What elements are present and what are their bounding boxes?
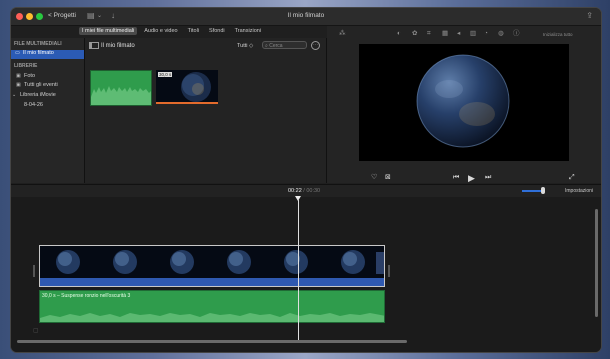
media-section-header: FILE MULTIMEDIALI [14, 41, 62, 47]
events-icon: ▣ [16, 82, 21, 88]
speed-icon[interactable]: ◔ [484, 30, 488, 38]
heart-icon[interactable]: ♡ [371, 174, 377, 182]
timeline-header: 00:22 / 00:30 Impostazioni [11, 184, 601, 198]
viewer-panel: ⁂ ◐ ✿ ⌗ ▦ ◂ ▥ ◔ ◍ ⓘ Inizializza tutto ♡ … [327, 26, 601, 183]
magic-wand-icon[interactable]: ⁂ [339, 30, 346, 38]
skip-forward-icon[interactable]: ⏭ [485, 174, 491, 182]
libraries-section-header: LIBRERIE [14, 63, 38, 69]
crop-icon[interactable]: ⌗ [427, 30, 431, 38]
projects-back-button[interactable]: < Progetti [48, 12, 76, 19]
media-browser-toggle-icon[interactable]: ▤ [87, 11, 95, 21]
vertical-scrollbar[interactable] [595, 209, 598, 317]
sidebar-item-label: Tutti gli eventi [24, 82, 58, 88]
play-icon[interactable]: ▶ [468, 174, 475, 183]
window-title: Il mio filmato [287, 12, 325, 19]
search-placeholder: Cerca [269, 43, 283, 49]
tab-my-media[interactable]: I miei file multimediali [79, 27, 138, 35]
photos-icon: ▣ [16, 73, 21, 79]
sidebar-item-label: 8-04-26 [24, 102, 43, 108]
video-filmstrip [56, 250, 384, 274]
sidebar-item-event[interactable]: 8-04-26 [11, 102, 84, 111]
adjustment-toolbar: ⁂ ◐ ✿ ⌗ ▦ ◂ ▥ ◔ ◍ ⓘ Inizializza tutto [327, 29, 601, 41]
sidebar-item-label: Il mio filmato [23, 50, 54, 56]
import-arrow-icon[interactable]: ↓ [111, 11, 115, 21]
preview-screen [359, 44, 569, 161]
timeline-handle-right[interactable] [388, 265, 390, 277]
sidebar-item-project[interactable]: ▭ Il mio filmato [11, 50, 84, 59]
sidebar-item-photos[interactable]: ▣ Foto [11, 73, 84, 82]
waveform-icon [40, 313, 384, 322]
sidebar-item-library[interactable]: ⌄ Libreria iMovie [11, 92, 84, 101]
film-icon: ▭ [15, 50, 20, 56]
options-icon[interactable]: ··· [311, 41, 320, 50]
library-sidebar: FILE MULTIMEDIALI ▭ Il mio filmato LIBRER… [11, 38, 85, 183]
timeline-handle-left[interactable] [33, 265, 35, 277]
media-browser: Il mio filmato Tutti ◇ ⌕ Cerca ··· 30,0 … [85, 38, 327, 183]
sidebar-toggle-icon[interactable] [89, 42, 99, 49]
browser-title: Il mio filmato [101, 43, 135, 49]
reject-icon[interactable]: ⊠ [385, 174, 391, 182]
expand-arrows-icon[interactable]: ⤢ [569, 174, 575, 182]
imovie-window: < Progetti ▤ ⌄ ↓ Il mio filmato ⇪ I miei… [11, 8, 601, 352]
close-window-button[interactable] [16, 13, 23, 20]
color-correction-icon[interactable]: ✿ [412, 30, 417, 38]
total-time: / 00:30 [303, 188, 321, 194]
tab-backgrounds[interactable]: Sfondi [206, 27, 228, 35]
info-icon[interactable]: ⓘ [513, 30, 520, 38]
timecode: 00:22 / 00:30 [288, 188, 320, 194]
volume-icon[interactable]: ◂ [457, 30, 460, 38]
color-balance-icon[interactable]: ◐ [397, 30, 401, 38]
audio-clip-thumbnail[interactable] [90, 70, 152, 106]
zoom-window-button[interactable] [36, 13, 43, 20]
minimize-window-button[interactable] [26, 13, 33, 20]
noise-reduction-icon[interactable]: ▥ [470, 30, 476, 38]
video-clip-thumbnail[interactable]: 30,0 s [156, 70, 218, 104]
sidebar-item-all-events[interactable]: ▣ Tutti gli eventi [11, 82, 84, 91]
track-options-icon[interactable]: ▢ [33, 327, 39, 334]
video-audio-strip [40, 278, 384, 286]
skip-back-icon[interactable]: ⏮ [453, 174, 459, 182]
reset-all-button[interactable]: Inizializza tutto [543, 32, 573, 37]
audio-clip[interactable]: 30,0 s – Suspense ronzio nell'oscurità 3 [39, 290, 385, 323]
share-icon[interactable]: ⇪ [586, 11, 593, 20]
search-input[interactable]: ⌕ Cerca [262, 41, 307, 49]
sidebar-item-label: Foto [24, 73, 36, 79]
chevron-down-icon[interactable]: ⌄ [97, 11, 102, 21]
playhead-line[interactable] [298, 200, 299, 340]
filter-dropdown[interactable]: Tutti ◇ [237, 43, 253, 49]
used-range-bar [156, 102, 218, 104]
timeline[interactable]: 30,0 s – Suspense ronzio nell'oscurità 3… [11, 197, 601, 352]
horizontal-scrollbar[interactable] [17, 340, 407, 343]
waveform-icon [91, 86, 151, 105]
media-tabs: I miei file multimediali Audio e video Tit… [79, 27, 268, 37]
sidebar-item-label: Libreria iMovie [20, 92, 56, 98]
tab-titles[interactable]: Titoli [185, 27, 202, 35]
stabilization-icon[interactable]: ▦ [442, 30, 448, 38]
filter-icon[interactable]: ◍ [498, 30, 504, 38]
clip-duration-badge: 30,0 s [158, 72, 173, 77]
earth-preview-image [416, 54, 510, 148]
tab-transitions[interactable]: Transizioni [232, 27, 264, 35]
settings-button[interactable]: Impostazioni [565, 188, 593, 194]
current-time: 00:22 [288, 188, 302, 194]
tab-audio-video[interactable]: Audio e video [141, 27, 180, 35]
zoom-slider-knob[interactable] [541, 187, 545, 194]
chevron-down-icon[interactable]: ⌄ [12, 92, 17, 98]
video-clip[interactable] [39, 245, 385, 287]
title-bar: < Progetti ▤ ⌄ ↓ Il mio filmato ⇪ [11, 8, 601, 26]
